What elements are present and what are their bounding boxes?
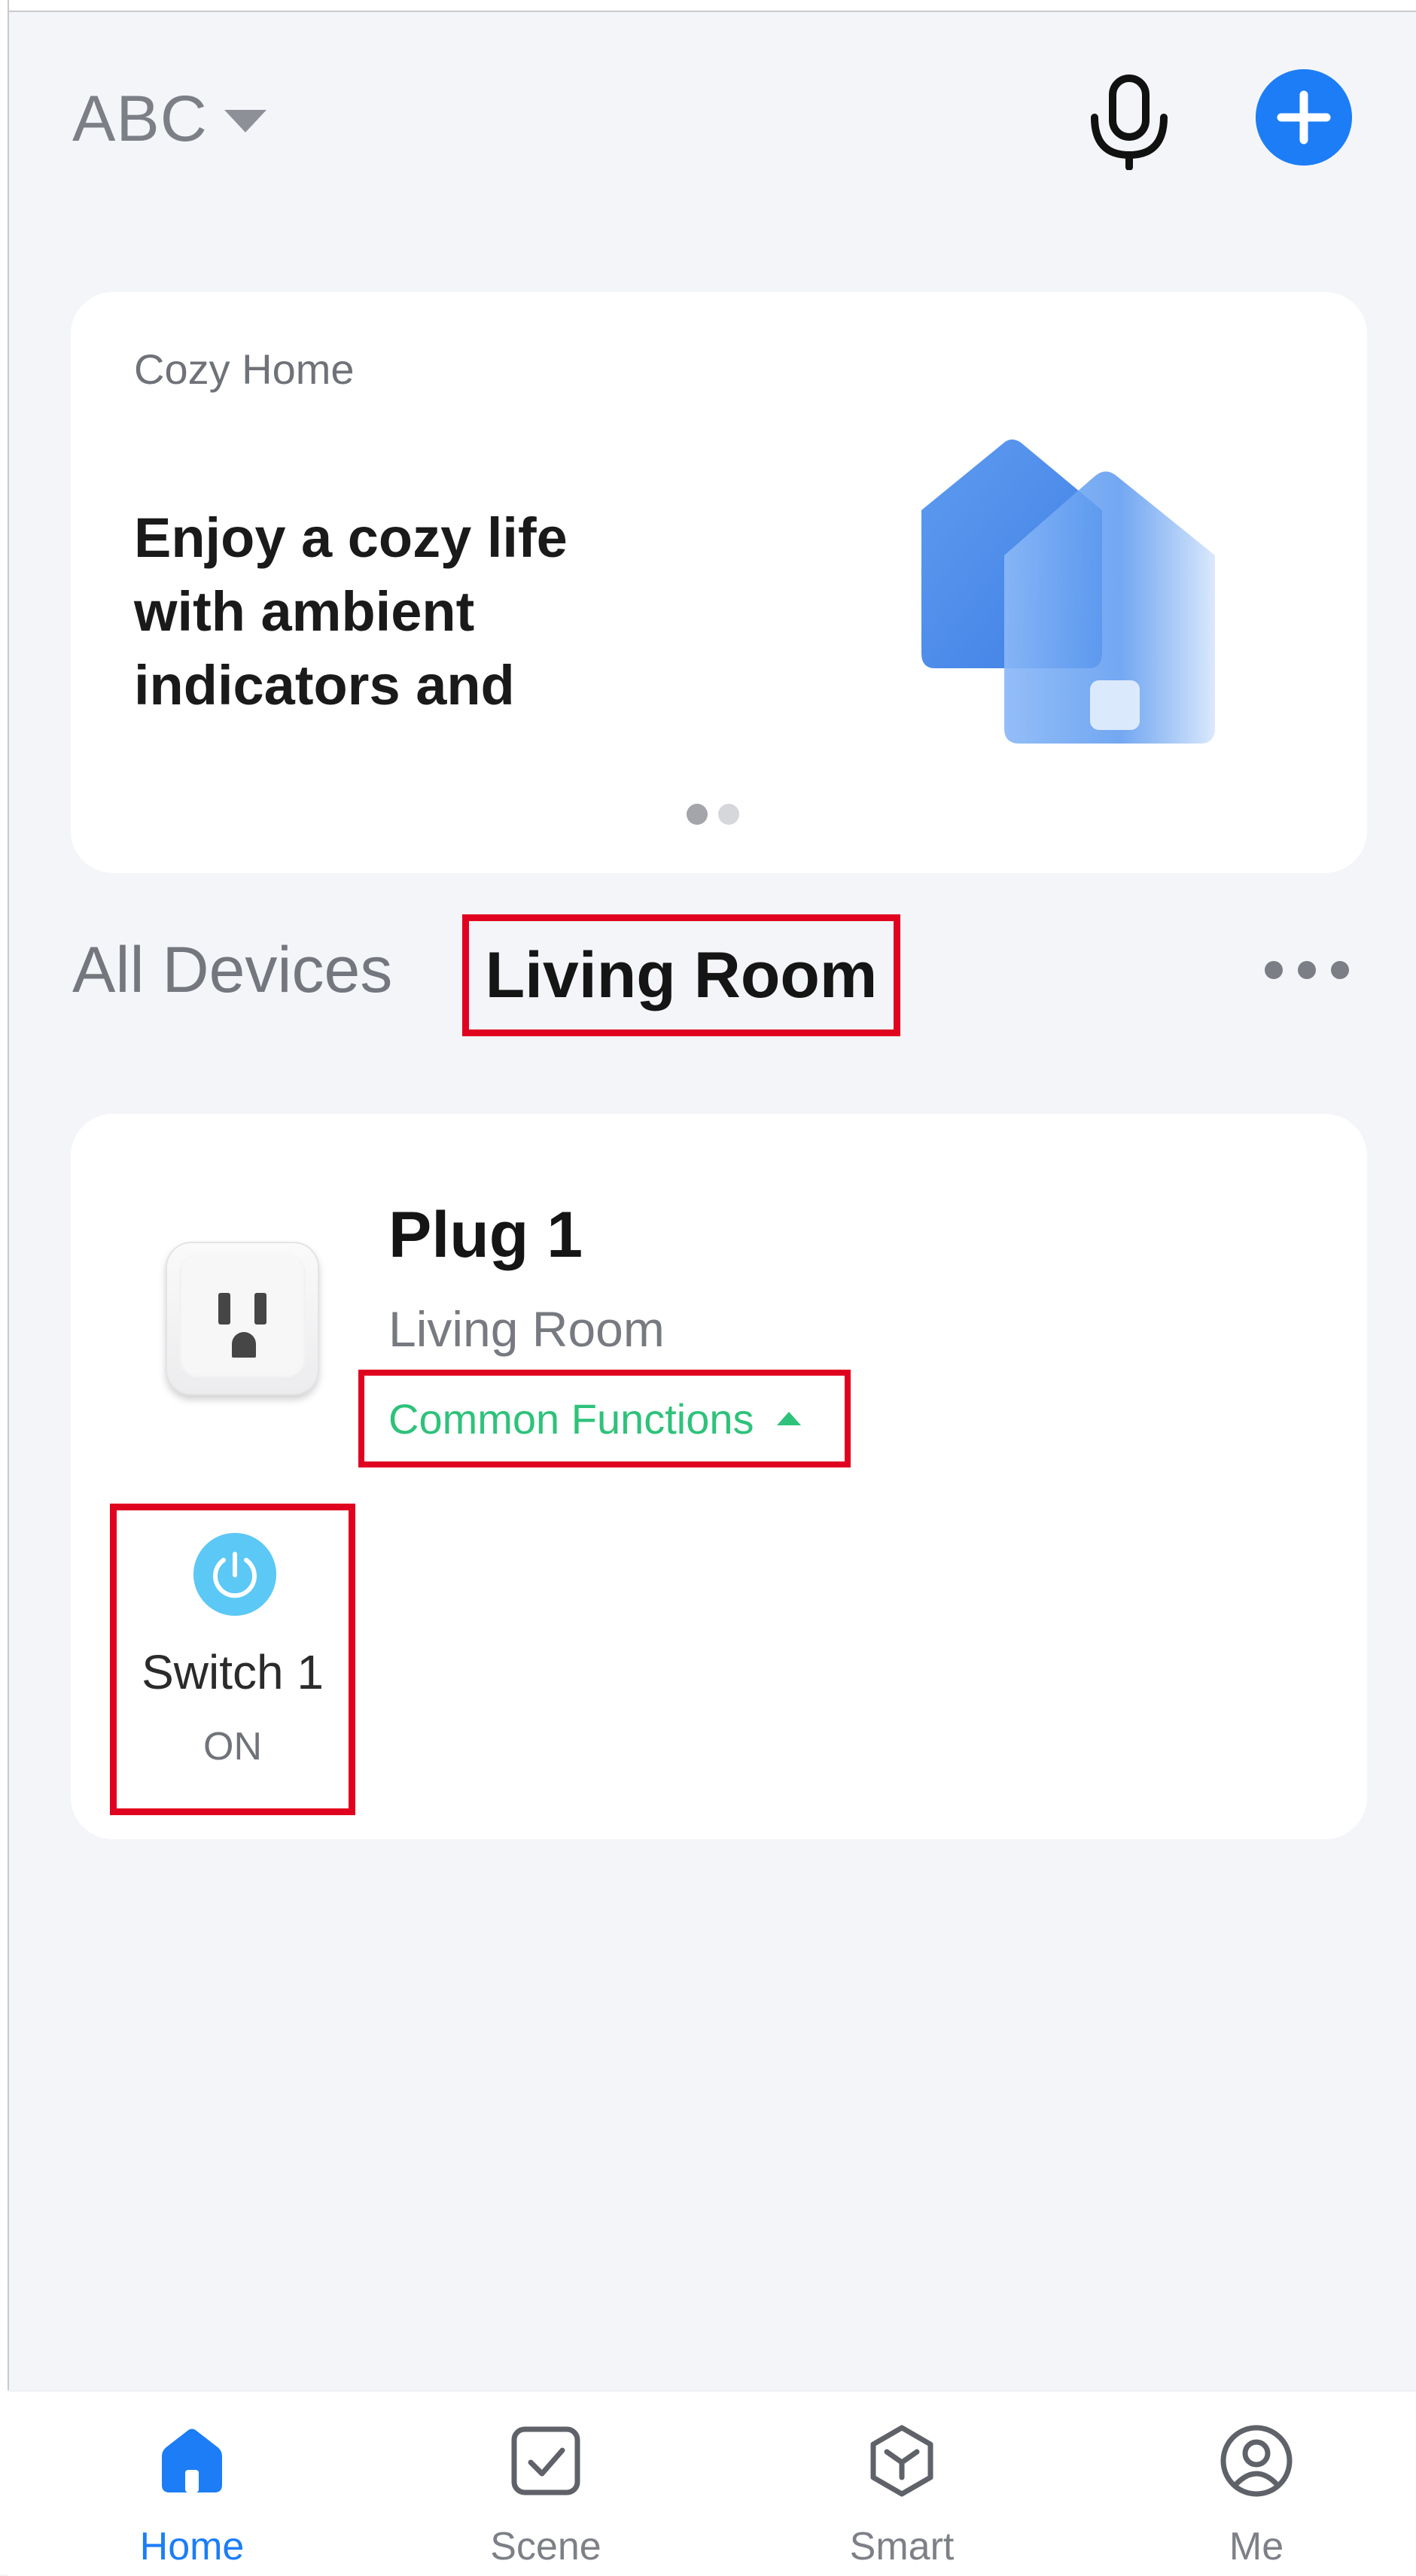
- bottom-navigation: Home Scene Smart Me: [8, 2390, 1416, 2576]
- window-left-border: [0, 0, 9, 2574]
- carousel-dot[interactable]: [718, 804, 739, 825]
- nav-label: Scene: [490, 2525, 601, 2568]
- nav-label: Home: [139, 2525, 245, 2568]
- plug-face: [179, 1254, 306, 1380]
- chevron-up-icon: [776, 1412, 801, 1425]
- chevron-down-icon: [224, 110, 266, 132]
- plug-ground-hole: [232, 1332, 256, 1358]
- device-card[interactable]: Plug 1 Living Room Common Functions Swit…: [71, 1114, 1367, 1839]
- power-icon[interactable]: [193, 1533, 276, 1616]
- home-name: ABC: [72, 82, 208, 155]
- more-dot: [1331, 961, 1349, 979]
- window-top-border: [0, 0, 1416, 12]
- smart-plug-image: [166, 1242, 319, 1395]
- nav-smart[interactable]: Smart: [789, 2392, 1015, 2576]
- tab-living-room-label: Living Room: [485, 938, 878, 1011]
- more-dot: [1265, 961, 1283, 979]
- banner-headline: Enjoy a cozy life with ambient indicator…: [134, 501, 661, 722]
- home-selector[interactable]: ABC: [72, 81, 266, 157]
- promo-banner[interactable]: Cozy Home Enjoy a cozy life with ambient…: [71, 292, 1367, 873]
- plug-slot: [218, 1293, 230, 1324]
- switch-1-control[interactable]: Switch 1 ON: [110, 1504, 355, 1815]
- nav-me[interactable]: Me: [1143, 2392, 1369, 2576]
- add-device-button[interactable]: [1256, 69, 1352, 166]
- device-room: Living Room: [388, 1301, 665, 1357]
- common-functions-label: Common Functions: [388, 1394, 754, 1443]
- carousel-pager: [687, 804, 739, 825]
- banner-headline-line: indicators and: [134, 654, 515, 716]
- house-illustration: [921, 439, 1215, 744]
- tab-living-room[interactable]: Living Room: [462, 914, 900, 1036]
- switch-state: ON: [203, 1725, 262, 1769]
- tab-all-devices[interactable]: All Devices: [72, 933, 392, 1008]
- profile-icon: [1220, 2425, 1293, 2497]
- scene-icon: [511, 2426, 580, 2495]
- microphone-icon[interactable]: [1084, 72, 1174, 170]
- more-dot: [1298, 961, 1316, 979]
- carousel-dot[interactable]: [687, 804, 708, 825]
- smart-icon: [870, 2425, 933, 2497]
- nav-label: Me: [1229, 2525, 1284, 2568]
- nav-label: Smart: [849, 2525, 955, 2568]
- switch-label: Switch 1: [142, 1645, 324, 1699]
- banner-headline-line: with ambient: [134, 580, 475, 643]
- device-name[interactable]: Plug 1: [388, 1198, 583, 1273]
- plug-slot: [254, 1293, 266, 1324]
- more-horizontal-icon[interactable]: [1265, 957, 1349, 983]
- banner-headline-line: Enjoy a cozy life: [134, 506, 568, 569]
- nav-home[interactable]: Home: [79, 2392, 305, 2576]
- common-functions-toggle[interactable]: Common Functions: [358, 1370, 851, 1467]
- home-icon: [162, 2428, 222, 2492]
- banner-label: Cozy Home: [134, 345, 355, 393]
- nav-scene[interactable]: Scene: [433, 2392, 659, 2576]
